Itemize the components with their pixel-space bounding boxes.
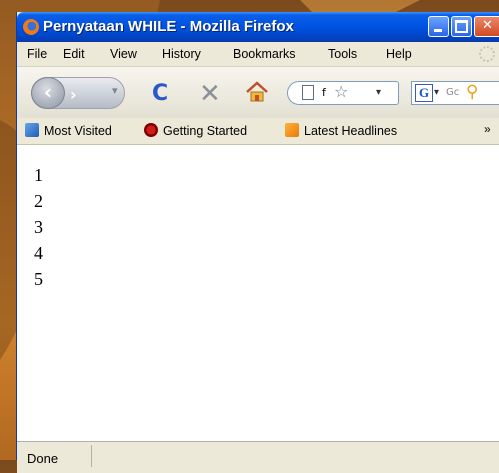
history-dropdown-icon[interactable]: ▾ [112,84,118,97]
reload-icon[interactable]: C [152,81,168,106]
menu-view[interactable]: View [110,47,137,61]
menu-edit[interactable]: Edit [63,47,85,61]
throbber-icon [479,46,495,62]
output-line: 4 [34,243,43,263]
bookmarks-overflow-button[interactable]: » [484,122,491,136]
menu-file[interactable]: File [27,47,47,61]
bookmarks-toolbar: Most Visited Getting Started Latest Head… [17,118,499,145]
rss-feed-icon [285,123,299,137]
menu-history[interactable]: History [162,47,201,61]
status-text: Done [27,451,59,466]
url-bar[interactable]: f ☆ ▾ [287,81,399,105]
window-title: Pernyataan WHILE - Mozilla Firefox [43,18,294,35]
maximize-button[interactable] [451,16,472,37]
menu-tools[interactable]: Tools [328,47,357,61]
url-dropdown-icon[interactable]: ▾ [376,87,381,98]
output-line: 5 [34,269,43,289]
url-text: f [322,86,326,99]
output-line: 1 [34,165,43,185]
output-line: 2 [34,191,43,211]
status-divider [91,445,92,467]
menu-bar: File Edit View History Bookmarks Tools H… [17,42,499,66]
close-button[interactable]: ✕ [474,16,499,37]
menu-help[interactable]: Help [386,47,412,61]
title-bar[interactable]: Pernyataan WHILE - Mozilla Firefox ✕ [17,12,499,42]
page-content: 1 2 3 4 5 [17,145,499,441]
back-forward-group: ‹ › ▾ [31,77,125,109]
bookmark-most-visited[interactable]: Most Visited [25,123,112,138]
home-icon[interactable] [245,81,269,103]
minimize-button[interactable] [428,16,449,37]
firefox-bookmark-icon [144,123,158,137]
search-placeholder: Gc [446,87,460,98]
back-button[interactable]: ‹ [31,77,65,109]
firefox-icon[interactable] [23,19,39,35]
navigation-toolbar: ‹ › ▾ C ✕ f ☆ ▾ G ▾ Gc ⚲ [17,66,499,120]
status-bar: Done [17,441,499,473]
bookmark-getting-started[interactable]: Getting Started [144,123,247,138]
output-lines: 1 2 3 4 5 [34,165,43,295]
forward-button[interactable]: › [70,85,77,104]
page-icon [302,85,314,100]
bookmark-star-icon[interactable]: ☆ [334,82,348,101]
stop-icon[interactable]: ✕ [199,79,221,109]
google-search-engine-icon[interactable]: G [415,84,433,102]
search-engine-dropdown-icon[interactable]: ▾ [434,87,439,98]
bookmarks-folder-icon [25,123,39,137]
bookmark-latest-headlines[interactable]: Latest Headlines [285,123,397,138]
search-box[interactable]: G ▾ Gc ⚲ [411,81,499,105]
menu-bookmarks[interactable]: Bookmarks [233,47,296,61]
browser-window: Pernyataan WHILE - Mozilla Firefox ✕ Fil… [16,12,499,473]
search-icon[interactable]: ⚲ [466,82,478,102]
output-line: 3 [34,217,43,237]
